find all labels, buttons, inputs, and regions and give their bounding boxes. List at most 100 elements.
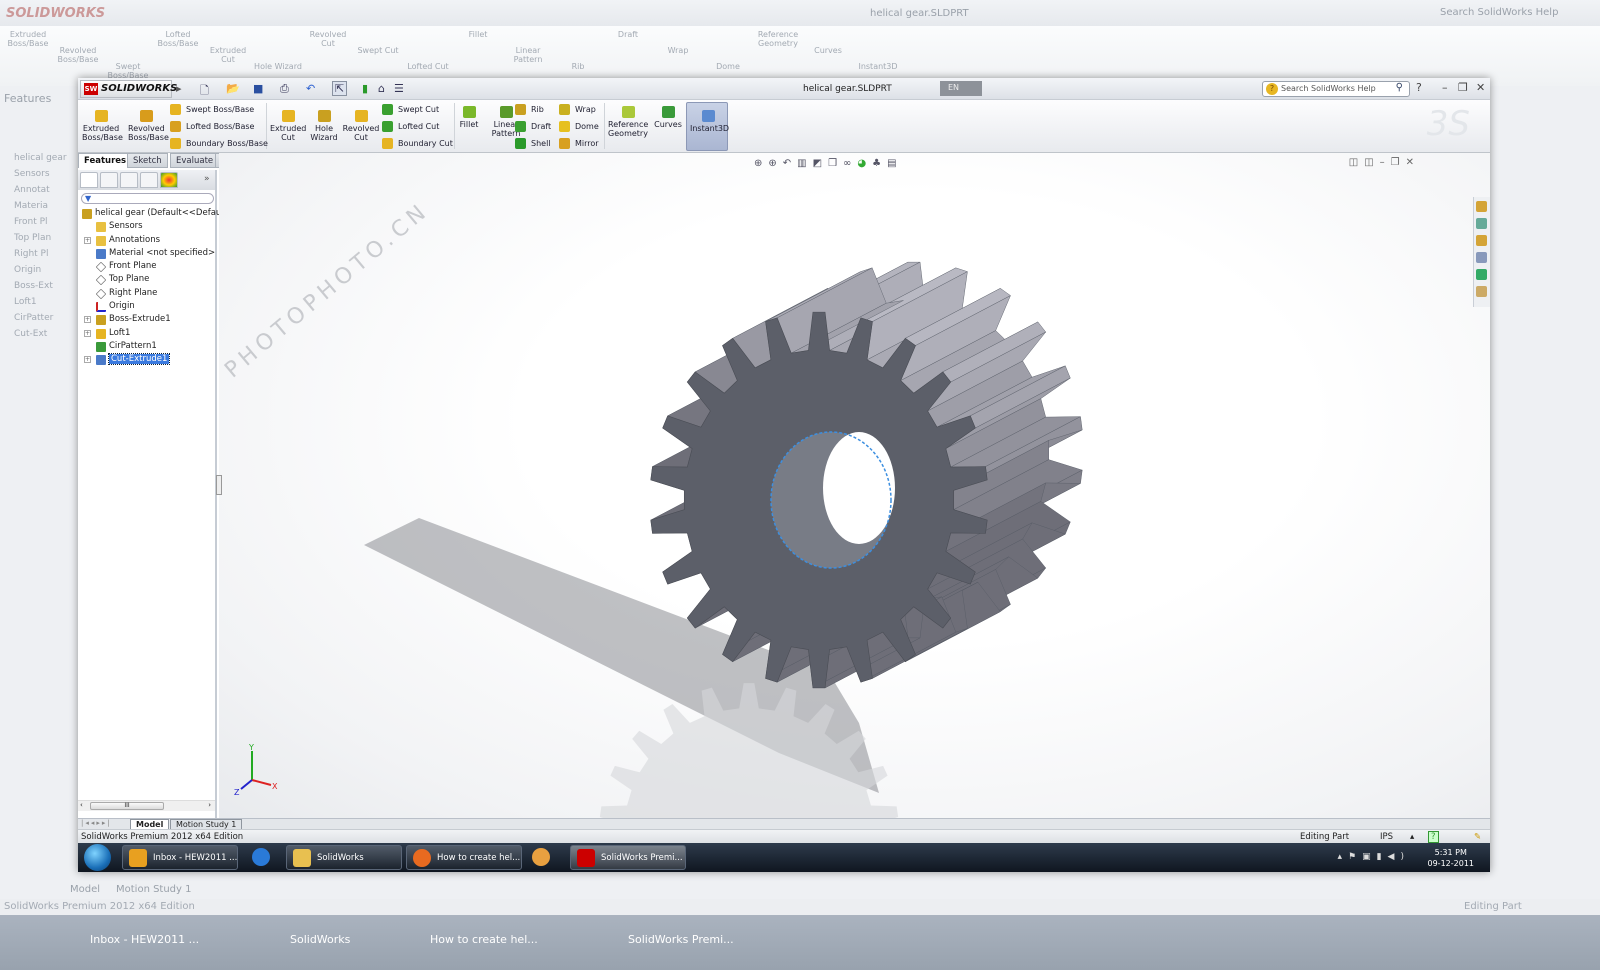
expand-icon[interactable]: + bbox=[84, 316, 91, 324]
taskbar-messenger[interactable] bbox=[526, 845, 560, 870]
open-icon[interactable]: 📂 bbox=[226, 82, 240, 95]
resources-icon[interactable] bbox=[1476, 201, 1487, 212]
taskbar-outlook[interactable]: Inbox - HEW2011 ... bbox=[122, 845, 238, 870]
tab-evaluate[interactable]: Evaluate bbox=[170, 153, 220, 168]
extruded-boss-button[interactable]: Extruded Boss/Base bbox=[82, 110, 123, 142]
undo-icon[interactable]: ↶ bbox=[306, 82, 315, 95]
minimize-icon[interactable]: – bbox=[1442, 81, 1448, 94]
rib-button[interactable]: Rib bbox=[515, 104, 544, 115]
horizontal-scrollbar[interactable]: ‹ III › bbox=[78, 800, 215, 811]
property-manager-tab-icon[interactable] bbox=[100, 172, 118, 188]
expand-icon[interactable]: + bbox=[84, 329, 91, 337]
lofted-boss-base-button[interactable]: Lofted Boss/Base bbox=[170, 121, 254, 132]
menu-arrow-icon[interactable]: ▸ bbox=[176, 82, 182, 95]
dome-button[interactable]: Dome bbox=[559, 121, 599, 132]
shell-button[interactable]: Shell bbox=[515, 138, 551, 149]
extruded-cut-button[interactable]: Extruded Cut bbox=[270, 110, 306, 142]
apply-scene-icon[interactable]: ♣ bbox=[872, 158, 887, 169]
system-tray-icons[interactable]: ▴⚑▣▮◀) bbox=[1338, 852, 1410, 862]
taskbar-solidworks[interactable]: SolidWorks Premi... bbox=[570, 845, 686, 870]
gear-model[interactable] bbox=[219, 153, 1490, 818]
select-icon[interactable]: ⇱ bbox=[332, 81, 348, 96]
tree-item[interactable]: Origin bbox=[82, 300, 217, 313]
start-button[interactable] bbox=[84, 844, 111, 871]
feature-manager-tab-icon[interactable] bbox=[80, 172, 98, 188]
panel-splitter[interactable] bbox=[216, 475, 222, 495]
graphics-area[interactable]: ⊕⊕↶▥◩❒∞◕♣▤ ◫◫–❐✕ Y X Z bbox=[216, 153, 1490, 818]
display-style-icon[interactable]: ❒ bbox=[828, 158, 843, 169]
boundary-cut-button[interactable]: Boundary Cut bbox=[382, 138, 453, 149]
rebuild-status-icon[interactable]: ✎ bbox=[1474, 832, 1481, 842]
lofted-cut-button[interactable]: Lofted Cut bbox=[382, 121, 439, 132]
swept-cut-button[interactable]: Swept Cut bbox=[382, 104, 439, 115]
display-manager-tab-icon[interactable] bbox=[160, 172, 178, 188]
viewport-window-controls[interactable]: ◫◫–❐✕ bbox=[1349, 157, 1420, 168]
units-selector[interactable]: IPS bbox=[1380, 832, 1393, 842]
tree-root[interactable]: helical gear (Default<<Default bbox=[82, 207, 227, 220]
boundary-boss-base-button[interactable]: Boundary Boss/Base bbox=[170, 138, 268, 149]
tab-scroll-arrows[interactable]: |◂◂▸▸| bbox=[81, 819, 112, 827]
print-icon[interactable]: ⎙ bbox=[280, 82, 289, 96]
solidworks-logo[interactable]: SW SOLIDWORKS bbox=[80, 80, 177, 98]
save-icon[interactable]: ■ bbox=[253, 82, 263, 95]
view-settings-icon[interactable]: ▤ bbox=[887, 158, 902, 169]
instant3d-button[interactable]: Instant3D bbox=[690, 110, 729, 133]
rebuild-icon[interactable]: ▮ bbox=[362, 82, 368, 95]
options-icon[interactable]: ☰ bbox=[394, 82, 404, 95]
taskbar-firefox[interactable]: How to create hel... bbox=[406, 845, 522, 870]
expand-icon[interactable]: + bbox=[84, 236, 91, 244]
tree-item[interactable]: Top Plane bbox=[82, 273, 217, 286]
tree-item[interactable]: Right Plane bbox=[82, 287, 217, 300]
scrollbar-thumb[interactable]: III bbox=[90, 802, 164, 810]
taskbar-folder[interactable]: SolidWorks bbox=[286, 845, 402, 870]
hide-show-icon[interactable]: ∞ bbox=[843, 158, 857, 169]
zoom-area-icon[interactable]: ⊕ bbox=[768, 158, 782, 169]
dimxpert-tab-icon[interactable] bbox=[140, 172, 158, 188]
custom-properties-icon[interactable] bbox=[1476, 286, 1487, 297]
clock[interactable]: 5:31 PM 09-12-2011 bbox=[1428, 847, 1475, 869]
reference-geometry-button[interactable]: Reference Geometry bbox=[608, 106, 648, 138]
zoom-to-fit-icon[interactable]: ⊕ bbox=[754, 158, 768, 169]
file-properties-icon[interactable]: ⌂ bbox=[378, 82, 385, 95]
language-indicator[interactable]: EN bbox=[940, 81, 982, 96]
help-status-icon[interactable]: ? bbox=[1428, 831, 1439, 843]
taskbar-internet-explorer[interactable] bbox=[246, 845, 280, 870]
revolved-cut-button[interactable]: Revolved Cut bbox=[342, 110, 380, 142]
close-icon[interactable]: ✕ bbox=[1476, 81, 1485, 94]
tree-item[interactable]: + Boss-Extrude1 bbox=[82, 313, 217, 326]
section-view-icon[interactable]: ▥ bbox=[797, 158, 812, 169]
hole-wizard-button[interactable]: Hole Wizard bbox=[308, 110, 340, 142]
revolved-boss-button[interactable]: Revolved Boss/Base bbox=[128, 110, 169, 142]
search-icon[interactable]: ⚲ bbox=[1396, 82, 1403, 93]
tree-item[interactable]: Front Plane bbox=[82, 260, 217, 273]
fillet-button[interactable]: Fillet bbox=[454, 106, 484, 129]
tab-features[interactable]: Features bbox=[78, 153, 133, 168]
tree-item[interactable]: + Annotations bbox=[82, 234, 217, 247]
expand-icon[interactable]: + bbox=[84, 356, 91, 364]
view-palette-icon[interactable] bbox=[1476, 252, 1487, 263]
previous-view-icon[interactable]: ↶ bbox=[783, 158, 797, 169]
tree-filter-input[interactable]: ▼ bbox=[81, 193, 214, 204]
appearances-icon[interactable] bbox=[1476, 269, 1487, 280]
configuration-manager-tab-icon[interactable] bbox=[120, 172, 138, 188]
tree-item[interactable]: Sensors bbox=[82, 220, 217, 233]
expand-chevron-icon[interactable]: » bbox=[204, 174, 210, 184]
restore-icon[interactable]: ❐ bbox=[1458, 81, 1468, 94]
mirror-button[interactable]: Mirror bbox=[559, 138, 599, 149]
curves-button[interactable]: Curves bbox=[652, 106, 684, 129]
edit-appearance-icon[interactable]: ◕ bbox=[857, 158, 872, 169]
new-document-icon[interactable]: 🗋 bbox=[200, 82, 209, 101]
units-arrow-icon[interactable]: ▴ bbox=[1410, 832, 1414, 842]
file-explorer-icon[interactable] bbox=[1476, 235, 1487, 246]
tree-item[interactable]: Material <not specified> bbox=[82, 247, 217, 260]
view-orientation-icon[interactable]: ◩ bbox=[813, 158, 828, 169]
tree-item[interactable]: + Cut-Extrude1 bbox=[82, 353, 217, 366]
tree-item[interactable]: + Loft1 bbox=[82, 327, 217, 340]
help-button[interactable]: ? bbox=[1416, 81, 1422, 94]
draft-button[interactable]: Draft bbox=[515, 121, 551, 132]
tree-item[interactable]: CirPattern1 bbox=[82, 340, 217, 353]
design-library-icon[interactable] bbox=[1476, 218, 1487, 229]
wrap-button[interactable]: Wrap bbox=[559, 104, 596, 115]
tab-sketch[interactable]: Sketch bbox=[127, 153, 168, 168]
search-help-field[interactable]: ? Search SolidWorks Help ⚲ bbox=[1262, 81, 1410, 97]
